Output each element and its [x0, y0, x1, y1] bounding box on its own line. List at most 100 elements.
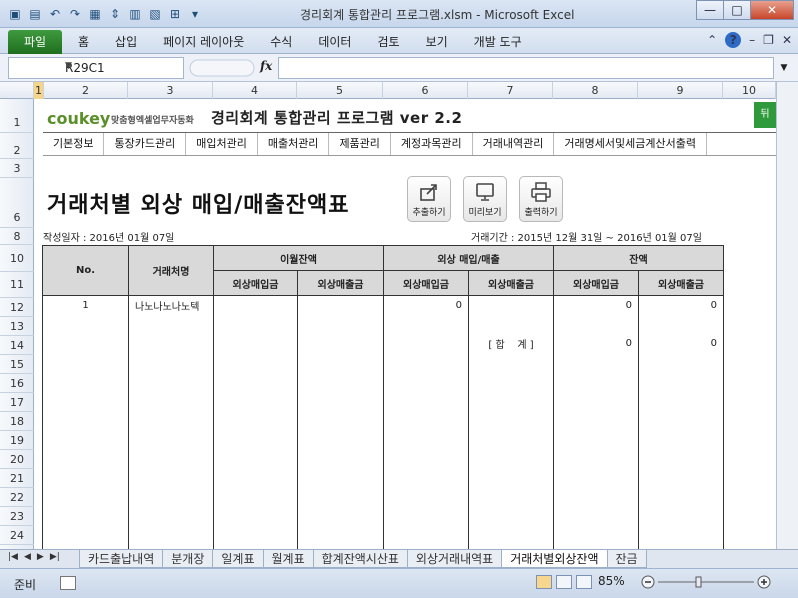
select-all-corner[interactable]: [0, 82, 34, 99]
filter-icon[interactable]: ▧: [146, 5, 164, 23]
row-header-14[interactable]: 14: [0, 336, 34, 355]
menu-item-account[interactable]: 계정과목관리: [391, 133, 473, 155]
menu-item-invoice[interactable]: 거래명세서및세금계산서출력: [554, 133, 707, 155]
export-button[interactable]: 추출하기: [407, 176, 451, 222]
formula-input[interactable]: [278, 57, 774, 79]
sheet-tab-credit-trades[interactable]: 외상거래내역표: [406, 550, 503, 568]
column-header-1[interactable]: 1: [34, 82, 44, 99]
menu-item-basic-info[interactable]: 기본정보: [43, 133, 105, 155]
row-header-2[interactable]: 2: [0, 133, 34, 159]
worksheet[interactable]: coukey 맞춤형엑셀업무자동화 경리회계 통합관리 프로그램 ver 2.2…: [35, 99, 776, 549]
cell-carryover-sales[interactable]: [297, 295, 384, 315]
tab-file[interactable]: 파일: [8, 30, 62, 54]
save-icon[interactable]: ▤: [26, 5, 44, 23]
normal-view-icon[interactable]: [536, 575, 552, 589]
column-header-5[interactable]: 5: [297, 82, 383, 99]
tab-insert[interactable]: 삽입: [115, 33, 137, 50]
total-balance-sales[interactable]: 0: [638, 333, 724, 353]
column-header-8[interactable]: 8: [553, 82, 638, 99]
back-button[interactable]: 뒤: [754, 102, 776, 128]
sheet-tab-vendor-balance[interactable]: 거래처별외상잔액: [501, 550, 608, 568]
row-header-22[interactable]: 22: [0, 488, 34, 507]
sheet-tab-journal[interactable]: 분개장: [162, 550, 214, 568]
chart-icon[interactable]: ▥: [126, 5, 144, 23]
row-header-6[interactable]: 6: [0, 178, 34, 228]
sheet-tab-daily[interactable]: 일계표: [212, 550, 264, 568]
column-header-7[interactable]: 7: [468, 82, 553, 99]
grid-icon[interactable]: ⊞: [166, 5, 184, 23]
cell-balance-sales[interactable]: 0: [638, 295, 724, 315]
help-icon[interactable]: ?: [725, 32, 742, 48]
minimize-button[interactable]: —: [696, 0, 724, 20]
row-header-10[interactable]: 10: [0, 245, 34, 272]
redo-icon[interactable]: ↷: [66, 5, 84, 23]
sheet-tab-trial-balance[interactable]: 합계잔액시산표: [312, 550, 408, 568]
menu-item-product[interactable]: 제품관리: [329, 133, 391, 155]
column-header-2[interactable]: 2: [44, 82, 128, 99]
format-icon[interactable]: ▦: [86, 5, 104, 23]
column-header-6[interactable]: 6: [383, 82, 468, 99]
cell-trade-purchase[interactable]: 0: [383, 295, 469, 315]
undo-icon[interactable]: ↶: [46, 5, 64, 23]
cell-carryover-purchase[interactable]: [213, 295, 298, 315]
row-header-3[interactable]: 3: [0, 159, 34, 178]
table-row[interactable]: [42, 314, 724, 334]
row-header-11[interactable]: 11: [0, 272, 34, 298]
menu-item-purchase-vendor[interactable]: 매입처관리: [186, 133, 258, 155]
row-header-12[interactable]: 12: [0, 298, 34, 317]
vertical-scrollbar[interactable]: [776, 82, 798, 549]
expand-formula-icon[interactable]: ▼: [776, 57, 792, 79]
first-sheet-icon[interactable]: |◀: [8, 552, 18, 562]
row-header-19[interactable]: 19: [0, 431, 34, 450]
column-header-9[interactable]: 9: [638, 82, 723, 99]
row-header-21[interactable]: 21: [0, 469, 34, 488]
cell-balance-purchase[interactable]: 0: [553, 295, 639, 315]
cell-trade-sales[interactable]: [468, 295, 554, 315]
ribbon-collapse-icon[interactable]: ⌃: [707, 33, 717, 47]
customize-qat-icon[interactable]: ▾: [186, 5, 204, 23]
tab-developer[interactable]: 개발 도구: [474, 33, 522, 50]
print-button[interactable]: 출력하기: [519, 176, 563, 222]
row-header-13[interactable]: 13: [0, 317, 34, 336]
doc-minimize-icon[interactable]: –: [749, 33, 755, 47]
cell-vendor[interactable]: 나노나노나노텍: [128, 295, 214, 315]
tab-review[interactable]: 검토: [377, 33, 399, 50]
row-header-24[interactable]: 24: [0, 526, 34, 545]
row-header-20[interactable]: 20: [0, 450, 34, 469]
column-header-3[interactable]: 3: [128, 82, 213, 99]
row-header-17[interactable]: 17: [0, 393, 34, 412]
page-break-view-icon[interactable]: [576, 575, 592, 589]
total-balance-purchase[interactable]: 0: [553, 333, 639, 353]
sheet-tab-card[interactable]: 카드출납내역: [79, 550, 164, 568]
zoom-slider[interactable]: [640, 574, 772, 590]
sheet-tab-monthly[interactable]: 월계표: [262, 550, 314, 568]
insert-function-icon[interactable]: fx: [260, 59, 272, 73]
table-row[interactable]: 1 나노나노나노텍 0 0 0: [42, 295, 724, 315]
row-header-18[interactable]: 18: [0, 412, 34, 431]
doc-restore-icon[interactable]: ❐: [763, 33, 774, 47]
zoom-level[interactable]: 85%: [598, 574, 625, 588]
row-header-16[interactable]: 16: [0, 374, 34, 393]
tab-formulas[interactable]: 수식: [270, 33, 292, 50]
macro-record-icon[interactable]: [60, 576, 76, 590]
next-sheet-icon[interactable]: ▶: [37, 552, 44, 562]
chevron-down-icon[interactable]: ▼: [65, 61, 179, 71]
prev-sheet-icon[interactable]: ◀: [24, 552, 31, 562]
total-row[interactable]: [ 합 계 ] 0 0: [42, 333, 724, 353]
maximize-button[interactable]: □: [723, 0, 751, 20]
menu-item-sales-vendor[interactable]: 매출처관리: [258, 133, 330, 155]
column-header-10[interactable]: 10: [723, 82, 776, 99]
row-header-1[interactable]: 1: [0, 99, 34, 133]
tab-page-layout[interactable]: 페이지 레이아웃: [163, 33, 244, 50]
sort-icon[interactable]: ⇕: [106, 5, 124, 23]
row-header-8[interactable]: 8: [0, 228, 34, 245]
row-header-15[interactable]: 15: [0, 355, 34, 374]
tab-home[interactable]: 홈: [78, 33, 89, 50]
preview-button[interactable]: 미리보기: [463, 176, 507, 222]
row-header-23[interactable]: 23: [0, 507, 34, 526]
menu-item-transactions[interactable]: 거래내역관리: [473, 133, 555, 155]
name-box[interactable]: R29C1 ▼: [8, 57, 184, 79]
tab-data[interactable]: 데이터: [318, 33, 351, 50]
page-layout-view-icon[interactable]: [556, 575, 572, 589]
close-button[interactable]: ✕: [750, 0, 794, 20]
